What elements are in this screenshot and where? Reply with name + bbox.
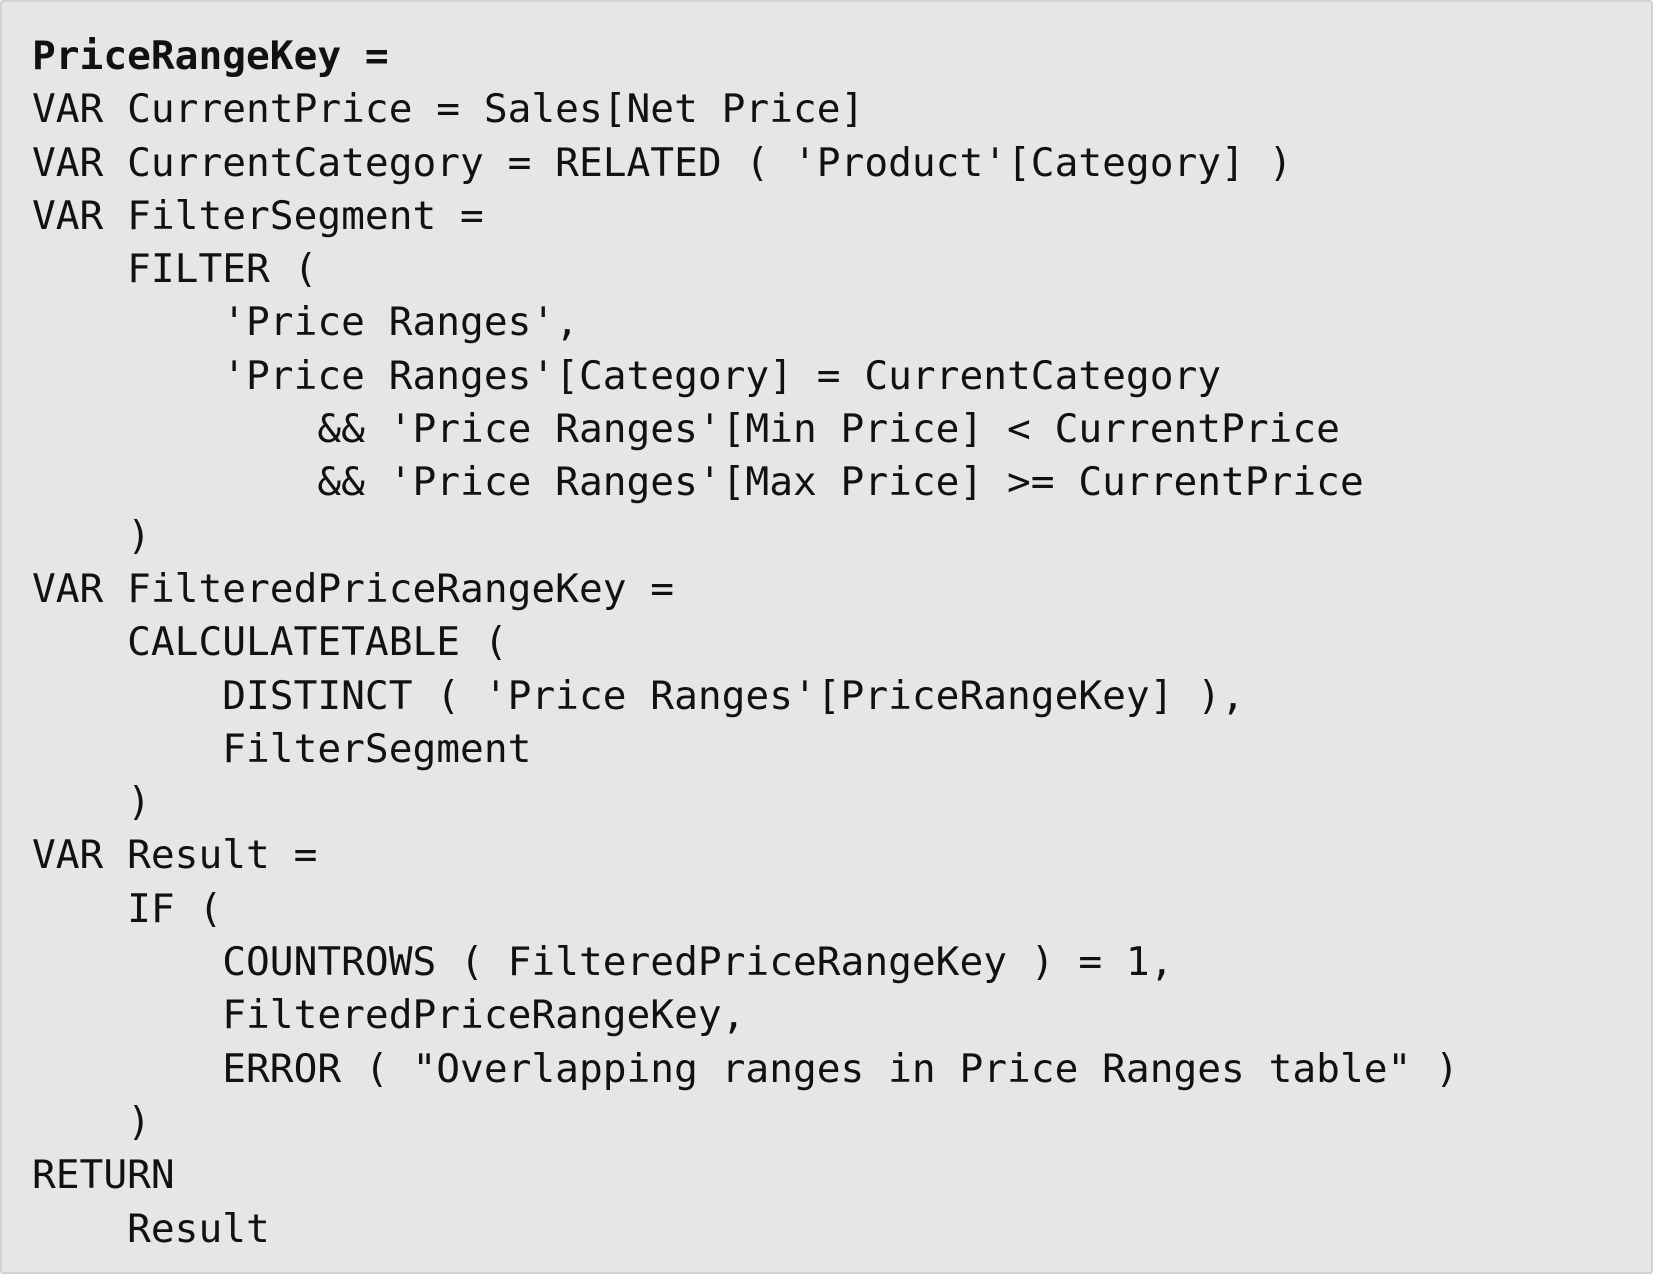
code-line: VAR FilteredPriceRangeKey = [32, 565, 675, 612]
code-line: Result [32, 1205, 270, 1252]
code-line: ERROR ( "Overlapping ranges in Price Ran… [32, 1045, 1459, 1092]
code-line: ) [32, 1098, 151, 1145]
code-line-measure-name: PriceRangeKey = [32, 33, 389, 79]
code-line: && 'Price Ranges'[Max Price] >= CurrentP… [32, 459, 1364, 506]
code-line: RETURN [32, 1152, 175, 1199]
code-line: && 'Price Ranges'[Min Price] < CurrentPr… [32, 406, 1340, 453]
code-line: FilteredPriceRangeKey, [32, 992, 746, 1039]
code-listing-panel: PriceRangeKey = VAR CurrentPrice = Sales[… [0, 0, 1653, 1274]
code-line: COUNTROWS ( FilteredPriceRangeKey ) = 1, [32, 939, 1174, 986]
code-block: PriceRangeKey = VAR CurrentPrice = Sales[… [32, 30, 1459, 1256]
code-line: ) [32, 779, 151, 826]
code-line: 'Price Ranges', [32, 299, 579, 346]
code-line: 'Price Ranges'[Category] = CurrentCatego… [32, 352, 1222, 399]
code-line: VAR CurrentPrice = Sales[Net Price] [32, 86, 865, 133]
code-line: ) [32, 512, 151, 559]
code-line: VAR Result = [32, 832, 318, 879]
code-line: CALCULATETABLE ( [32, 619, 508, 666]
code-line: FILTER ( [32, 246, 318, 293]
code-line: DISTINCT ( 'Price Ranges'[PriceRangeKey]… [32, 672, 1245, 719]
code-line: VAR FilterSegment = [32, 192, 484, 239]
code-line: VAR CurrentCategory = RELATED ( 'Product… [32, 139, 1293, 186]
code-line: FilterSegment [32, 725, 532, 772]
code-line: IF ( [32, 885, 223, 932]
